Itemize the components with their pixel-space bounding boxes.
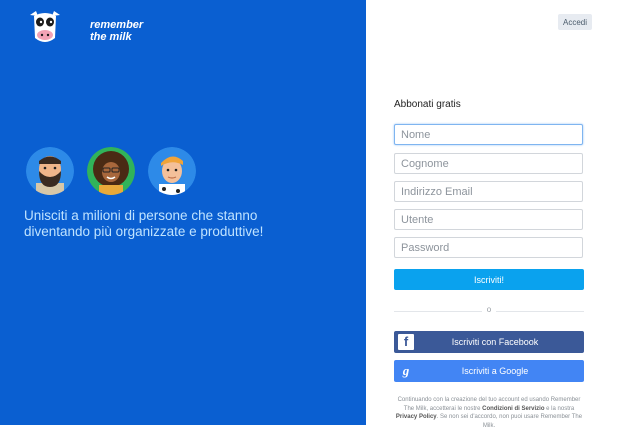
first-name-input[interactable] <box>394 124 583 145</box>
brand-wordmark: remember the milk <box>90 19 143 43</box>
terms-link[interactable]: Condizioni di Servizio <box>482 406 544 412</box>
avatar-bearded-man <box>26 147 74 195</box>
username-input[interactable] <box>394 209 583 230</box>
google-signup-button[interactable]: g Iscriviti a Google <box>394 360 584 382</box>
password-input[interactable] <box>394 237 583 258</box>
legal-text-3: . Se non sei d'accordo, non puoi usare R… <box>436 414 583 429</box>
avatar-blond-man <box>148 147 196 195</box>
google-icon: g <box>402 363 410 378</box>
bearded-man-icon <box>26 147 74 195</box>
signup-panel: Accedi Abbonati gratis Iscriviti! o f Is… <box>366 0 638 429</box>
avatar-curly-woman <box>87 147 135 195</box>
hero-panel: remember the milk Unisciti a milioni di … <box>0 0 366 425</box>
facebook-icon: f <box>398 334 414 350</box>
facebook-signup-label: Iscriviti con Facebook <box>451 337 539 347</box>
privacy-link[interactable]: Privacy Policy <box>396 414 437 420</box>
avatar-group <box>26 147 226 199</box>
brand-line-1: remember <box>90 19 144 31</box>
hero-tagline: Unisciti a milioni di persone che stanno… <box>24 208 264 239</box>
brand-line-2: the milk <box>90 31 132 43</box>
curly-woman-icon <box>87 147 135 195</box>
blond-man-icon <box>148 147 196 195</box>
or-label: o <box>482 305 496 314</box>
last-name-input[interactable] <box>394 153 583 174</box>
login-button[interactable]: Accedi <box>558 14 592 30</box>
brand-logo[interactable]: remember the milk <box>28 6 148 48</box>
facebook-signup-button[interactable]: f Iscriviti con Facebook <box>394 331 584 353</box>
legal-text-2: e la nostra <box>544 405 575 412</box>
signup-title: Abbonati gratis <box>394 99 461 110</box>
cow-logo-icon <box>30 11 60 42</box>
email-input[interactable] <box>394 181 583 202</box>
google-signup-label: Iscriviti a Google <box>461 366 529 376</box>
signup-submit-button[interactable]: Iscriviti! <box>394 269 584 290</box>
